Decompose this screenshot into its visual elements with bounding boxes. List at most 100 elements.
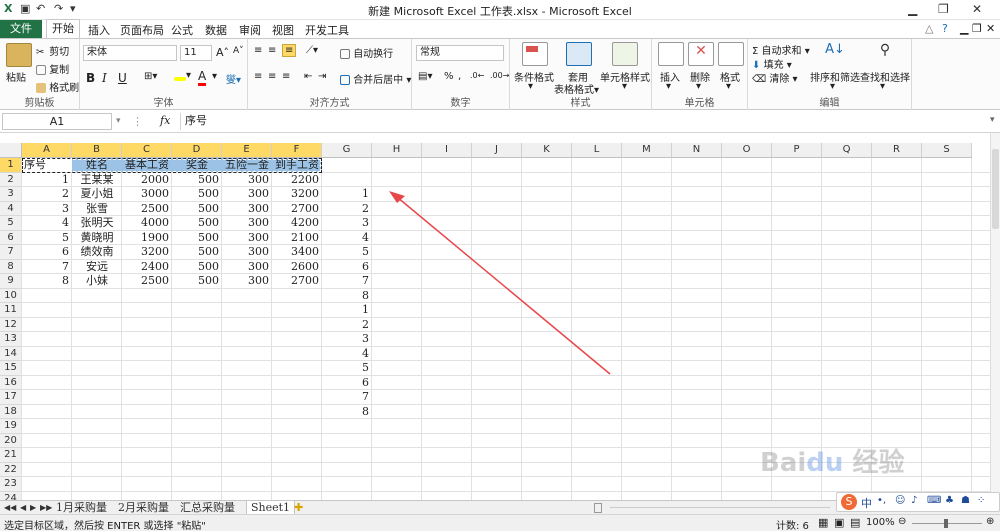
paste-icon[interactable] <box>6 43 32 67</box>
insert-dropdown-icon[interactable]: ▾ <box>666 81 671 92</box>
name-box[interactable]: A1 <box>2 113 112 130</box>
help-icon[interactable]: ? <box>942 22 948 35</box>
align-bottom-icon[interactable]: ≡ <box>282 44 297 57</box>
ime-keyboard-icon[interactable]: ⌨ <box>927 495 941 506</box>
percent-icon[interactable]: % <box>444 71 454 82</box>
new-sheet-icon[interactable]: ✚ <box>294 501 303 515</box>
prev-sheet-nav-icon[interactable]: ◀ <box>20 501 26 515</box>
ime-voice-icon[interactable]: ♪ <box>911 495 917 506</box>
comma-style-icon[interactable]: , <box>458 71 461 82</box>
tab-review[interactable]: 审阅 <box>239 22 261 38</box>
tab-formulas[interactable]: 公式 <box>171 22 193 38</box>
workbook-close-icon[interactable]: ✕ <box>986 22 995 35</box>
ime-chinese-mode[interactable]: 中 <box>861 495 872 511</box>
fill-color-icon[interactable]: ▾ <box>174 70 191 81</box>
italic-button[interactable]: I <box>102 71 107 85</box>
tab-page-layout[interactable]: 页面布局 <box>120 22 164 38</box>
format-dropdown-icon[interactable]: ▾ <box>726 81 731 92</box>
accounting-format-icon[interactable]: ▤▾ <box>418 71 432 82</box>
ribbon-minimize-icon[interactable]: △ <box>925 22 933 35</box>
tab-home[interactable]: 开始 <box>46 19 80 39</box>
format-as-table-icon <box>566 42 592 66</box>
conditional-formatting-button[interactable]: 条件格式 <box>514 69 554 84</box>
close-icon[interactable]: ✕ <box>972 2 982 16</box>
wrap-text-button[interactable]: 自动换行 <box>340 45 393 60</box>
normal-view-icon[interactable]: ▦ <box>818 516 828 529</box>
zoom-level[interactable]: 100% <box>866 517 895 528</box>
underline-button[interactable]: U <box>118 71 127 85</box>
sheet-tab-summary[interactable]: 汇总采购量 <box>180 501 235 515</box>
number-format-select[interactable]: 常规 <box>416 45 504 61</box>
decrease-decimal-icon[interactable]: .00→ <box>490 71 509 80</box>
sogou-logo-icon[interactable]: S <box>841 494 857 510</box>
zoom-slider-thumb[interactable] <box>944 519 948 528</box>
cut-button[interactable]: ✂ 剪切 <box>36 43 69 58</box>
increase-indent-icon[interactable]: ⇥ <box>318 71 326 82</box>
cell-styles-dropdown-icon[interactable]: ▾ <box>622 81 627 92</box>
tab-insert[interactable]: 插入 <box>88 22 110 38</box>
insert-function-button[interactable]: fx <box>160 114 170 127</box>
shrink-font-icon[interactable]: A˅ <box>233 46 244 56</box>
align-right-icon[interactable]: ≡ <box>282 71 290 82</box>
workbook-minimize-icon[interactable]: ▁ <box>960 22 968 35</box>
ime-punctuation-icon[interactable]: •, <box>877 495 886 506</box>
align-middle-icon[interactable]: ≡ <box>268 45 276 56</box>
binoculars-icon: ⚲ <box>879 42 891 58</box>
name-box-dropdown-icon[interactable]: ▾ <box>116 116 121 126</box>
increase-decimal-icon[interactable]: .0← <box>470 71 484 80</box>
copy-button[interactable]: 复制 <box>36 61 69 76</box>
minimize-icon[interactable]: ▁ <box>908 2 917 16</box>
sheet-tab-jan[interactable]: 1月采购量 <box>56 501 107 515</box>
find-dropdown-icon[interactable]: ▾ <box>880 81 885 92</box>
next-sheet-nav-icon[interactable]: ▶ <box>30 501 36 515</box>
bold-button[interactable]: B <box>86 71 95 85</box>
tab-file[interactable]: 文件 <box>0 20 42 38</box>
ime-tools-icon[interactable]: ⁘ <box>977 495 985 506</box>
zoom-out-icon[interactable]: ⊖ <box>898 516 906 527</box>
page-break-view-icon[interactable]: ▤ <box>850 516 860 529</box>
font-color-icon[interactable]: A <box>198 69 207 86</box>
last-sheet-nav-icon[interactable]: ▶▶ <box>40 501 52 515</box>
decrease-indent-icon[interactable]: ⇤ <box>304 71 312 82</box>
tab-data[interactable]: 数据 <box>205 22 227 38</box>
merge-center-button[interactable]: 合并后居中 ▾ <box>340 71 411 86</box>
first-sheet-nav-icon[interactable]: ◀◀ <box>4 501 16 515</box>
vertical-scrollbar[interactable] <box>990 133 1000 500</box>
horizontal-scrollbar[interactable] <box>610 507 830 508</box>
orientation-icon[interactable]: ⟋▾ <box>306 45 318 56</box>
align-top-icon[interactable]: ≡ <box>254 45 262 56</box>
clear-button[interactable]: ⌫ 清除 ▾ <box>752 70 798 85</box>
font-color-dropdown-icon[interactable]: ▾ <box>212 71 217 82</box>
format-painter-button[interactable]: 格式刷 <box>36 79 79 94</box>
grow-font-icon[interactable]: A˄ <box>216 46 229 59</box>
tab-developer[interactable]: 开发工具 <box>305 22 349 38</box>
cells-group: 插入 ▾ ✕ 删除 ▾ 格式 ▾ 单元格 <box>652 39 748 110</box>
expand-formula-bar-icon[interactable]: ▾ <box>990 115 995 125</box>
ime-user-icon[interactable]: ☗ <box>961 495 970 506</box>
align-left-icon[interactable]: ≡ <box>254 71 262 82</box>
phonetic-icon[interactable]: 燮▾ <box>226 71 241 86</box>
vertical-scroll-thumb[interactable] <box>992 149 999 229</box>
sheet-tab-sheet1[interactable]: Sheet1 <box>246 501 296 515</box>
sheet-tab-feb[interactable]: 2月采购量 <box>118 501 169 515</box>
alignment-group: ≡ ≡ ≡ ⟋▾ 自动换行 ≡ ≡ ≡ ⇤ ⇥ 合并后居中 ▾ 对齐方式 <box>248 39 412 110</box>
fill-button[interactable]: ⬇ 填充 ▾ <box>752 56 792 71</box>
formula-input[interactable]: 序号 <box>180 113 990 130</box>
align-center-icon[interactable]: ≡ <box>268 71 276 82</box>
conditional-formatting-dropdown-icon[interactable]: ▾ <box>528 81 533 92</box>
restore-icon[interactable]: ❐ <box>938 2 949 16</box>
font-name-select[interactable]: 宋体 <box>83 45 177 61</box>
workbook-restore-icon[interactable]: ❐ <box>972 22 982 35</box>
delete-dropdown-icon[interactable]: ▾ <box>696 81 701 92</box>
page-layout-view-icon[interactable]: ▣ <box>834 516 844 529</box>
zoom-in-icon[interactable]: ⊕ <box>986 516 994 527</box>
horizontal-scroll-thumb[interactable] <box>594 503 602 513</box>
sort-dropdown-icon[interactable]: ▾ <box>830 81 835 92</box>
font-size-select[interactable]: 11 <box>180 45 212 61</box>
ime-emoji-icon[interactable]: ☺ <box>895 495 905 506</box>
autosum-button[interactable]: Σ 自动求和 ▾ <box>752 42 810 57</box>
tab-view[interactable]: 视图 <box>272 22 294 38</box>
paste-button[interactable]: 粘贴 <box>6 69 26 84</box>
ime-skin-icon[interactable]: ♣ <box>945 495 954 506</box>
borders-icon[interactable]: ⊞▾ <box>144 71 157 82</box>
